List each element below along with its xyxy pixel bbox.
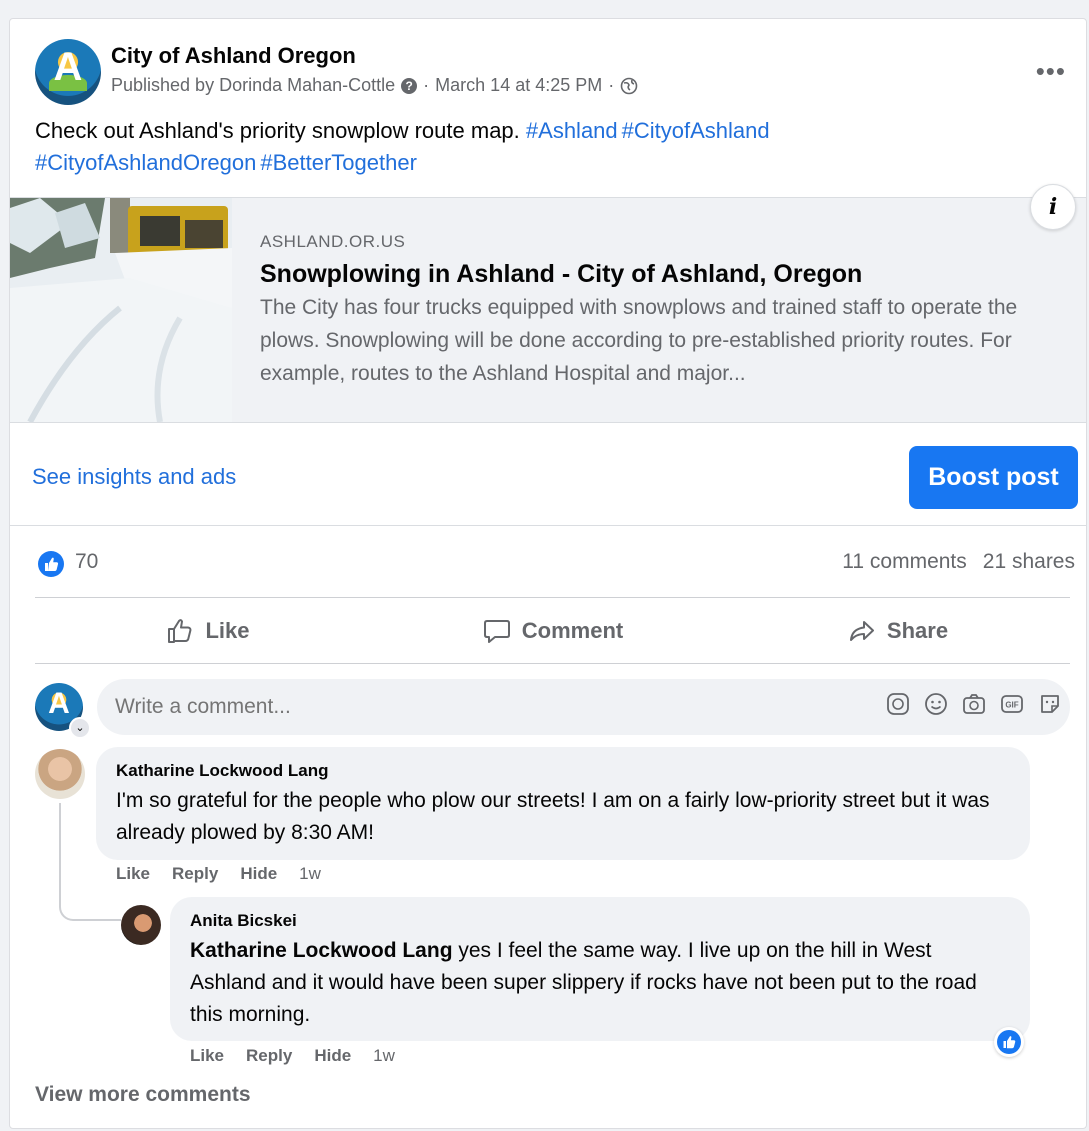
link-thumbnail-image[interactable] (10, 198, 232, 422)
reply-actions: Like Reply Hide 1w (190, 1046, 395, 1066)
like-label: Like (205, 618, 250, 643)
chevron-down-icon[interactable]: ⌄ (69, 717, 91, 739)
link-title[interactable]: Snowplowing in Ashland - City of Ashland… (260, 260, 1060, 289)
camera-icon[interactable] (961, 691, 987, 717)
globe-icon[interactable] (620, 77, 638, 95)
avatar-sticker-icon[interactable] (885, 691, 911, 717)
post-header: A City of Ashland Oregon Published by Do… (35, 39, 1086, 109)
comment-bubble: Katharine Lockwood Lang I'm so grateful … (96, 747, 1030, 860)
reply-reaction-badge[interactable] (994, 1027, 1024, 1057)
reply-time[interactable]: 1w (373, 1046, 395, 1066)
share-label: Share (886, 618, 949, 643)
hashtag-link[interactable]: #BetterTogether (260, 150, 417, 175)
post-text: Check out Ashland's priority snowplow ro… (35, 115, 1055, 179)
post-actions: Like Comment Share (35, 599, 1070, 663)
share-button[interactable]: Share (725, 599, 1070, 663)
reaction-stats: 70 11 comments 21 shares (35, 549, 1075, 579)
comment-hide-link[interactable]: Hide (240, 864, 277, 884)
see-insights-link[interactable]: See insights and ads (32, 464, 236, 490)
reply-hide-link[interactable]: Hide (314, 1046, 351, 1066)
link-description: The City has four trucks equipped with s… (260, 296, 1018, 385)
commenter-avatar[interactable] (35, 749, 85, 799)
gif-icon[interactable]: GIF (999, 691, 1025, 717)
thumbs-up-icon (168, 619, 192, 643)
page-name[interactable]: City of Ashland Oregon (111, 43, 356, 69)
shares-count[interactable]: 21 shares (983, 550, 1075, 573)
more-options-button[interactable]: ••• (1036, 58, 1066, 84)
comments-count[interactable]: 11 comments (842, 550, 967, 573)
post-date[interactable]: March 14 at 4:25 PM (435, 75, 602, 96)
reply-author[interactable]: Anita Bicskei (190, 911, 1010, 931)
comment-like-link[interactable]: Like (116, 864, 150, 884)
comment-bubble-icon (483, 620, 510, 643)
published-by: Published by Dorinda Mahan-Cottle (111, 75, 396, 95)
divider (35, 663, 1070, 664)
like-reaction-icon[interactable] (38, 551, 64, 577)
link-info[interactable]: ASHLAND.OR.US Snowplowing in Ashland - C… (260, 232, 1060, 390)
comment-label: Comment (521, 618, 624, 643)
like-button[interactable]: Like (35, 599, 380, 663)
help-icon[interactable]: ? (401, 77, 418, 94)
stats-right: 11 comments 21 shares (826, 550, 1075, 574)
emoji-icon[interactable] (923, 691, 949, 717)
meta-separator: · (608, 75, 615, 95)
share-arrow-icon (849, 621, 874, 641)
reply-avatar[interactable] (121, 905, 161, 945)
post-meta: Published by Dorinda Mahan-Cottle ? · Ma… (111, 75, 638, 96)
svg-text:GIF: GIF (1005, 701, 1018, 710)
logo-letter: A (48, 687, 70, 720)
comment-button[interactable]: Comment (380, 599, 725, 663)
like-reaction-icon (997, 1030, 1021, 1054)
hashtag-link[interactable]: #CityofAshlandOregon (35, 150, 256, 175)
like-count[interactable]: 70 (75, 550, 98, 574)
reply-reply-link[interactable]: Reply (246, 1046, 292, 1066)
reply-text: Katharine Lockwood Lang yes I feel the s… (190, 935, 1010, 1031)
insights-row: See insights and ads Boost post (10, 422, 1086, 526)
hashtag-link[interactable]: #CityofAshland (622, 118, 770, 143)
hashtag-link[interactable]: #Ashland (526, 118, 618, 143)
info-icon[interactable]: i (1030, 184, 1076, 230)
meta-separator: · (423, 75, 430, 95)
comment-text: I'm so grateful for the people who plow … (116, 789, 990, 844)
comment-reply-link[interactable]: Reply (172, 864, 218, 884)
comment-time[interactable]: 1w (299, 864, 321, 884)
sticker-icon[interactable] (1037, 691, 1063, 717)
link-domain: ASHLAND.OR.US (260, 232, 406, 251)
divider (35, 597, 1070, 598)
page-avatar[interactable]: A (35, 39, 101, 105)
post-body: Check out Ashland's priority snowplow ro… (35, 118, 520, 143)
composer-icons: GIF (885, 691, 1063, 717)
reply-bubble: Anita Bicskei Katharine Lockwood Lang ye… (170, 897, 1030, 1041)
reply-like-link[interactable]: Like (190, 1046, 224, 1066)
mention-link[interactable]: Katharine Lockwood Lang (190, 939, 453, 962)
view-more-comments-link[interactable]: View more comments (35, 1083, 251, 1107)
logo-letter: A (53, 45, 83, 89)
post-card: A City of Ashland Oregon Published by Do… (9, 18, 1087, 1129)
boost-post-button[interactable]: Boost post (909, 446, 1078, 509)
link-preview[interactable]: ASHLAND.OR.US Snowplowing in Ashland - C… (10, 184, 1086, 423)
comment-actions: Like Reply Hide 1w (116, 864, 321, 884)
comment-author[interactable]: Katharine Lockwood Lang (116, 761, 1010, 781)
comment-composer: A ⌄ GIF (35, 679, 1075, 739)
